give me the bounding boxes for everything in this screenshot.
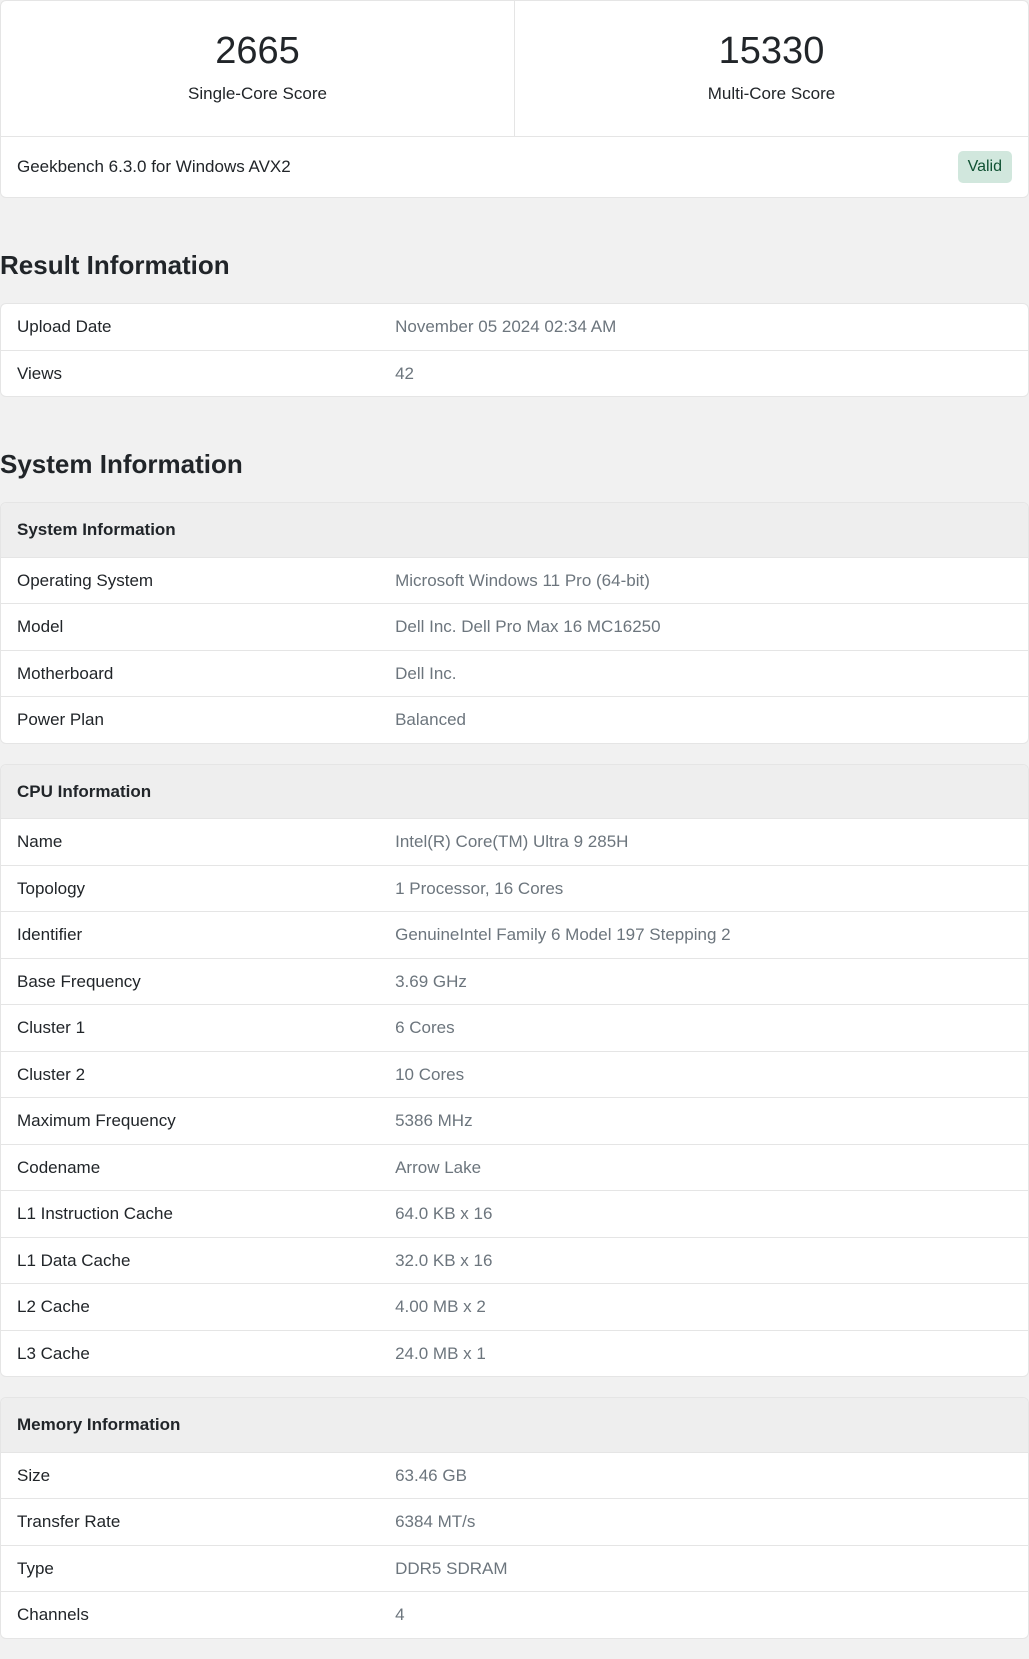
system-info-table: System Information Operating System Micr… [0, 502, 1029, 744]
row-key: Codename [17, 1155, 395, 1181]
scores-card: 2665 Single-Core Score 15330 Multi-Core … [0, 0, 1029, 198]
row-key: Topology [17, 876, 395, 902]
row-key: Identifier [17, 922, 395, 948]
row-key: Upload Date [17, 314, 395, 340]
row-value: 4.00 MB x 2 [395, 1294, 1012, 1320]
row-value: 42 [395, 361, 1012, 387]
system-information-heading: System Information [0, 445, 1029, 484]
row-key: Channels [17, 1602, 395, 1628]
table-row: Operating System Microsoft Windows 11 Pr… [1, 558, 1028, 605]
row-value: Dell Inc. [395, 661, 1012, 687]
table-row: L1 Instruction Cache 64.0 KB x 16 [1, 1191, 1028, 1238]
row-value: 5386 MHz [395, 1108, 1012, 1134]
system-info-header: System Information [1, 503, 1028, 558]
row-key: Motherboard [17, 661, 395, 687]
row-key: Model [17, 614, 395, 640]
table-row: Topology 1 Processor, 16 Cores [1, 866, 1028, 913]
multi-core-score: 15330 [525, 29, 1018, 75]
table-row: L1 Data Cache 32.0 KB x 16 [1, 1238, 1028, 1285]
row-key: Name [17, 829, 395, 855]
row-value: 10 Cores [395, 1062, 1012, 1088]
table-row: L3 Cache 24.0 MB x 1 [1, 1331, 1028, 1377]
result-information-heading: Result Information [0, 246, 1029, 285]
table-row: Size 63.46 GB [1, 1453, 1028, 1500]
row-value: GenuineIntel Family 6 Model 197 Stepping… [395, 922, 1012, 948]
row-key: L3 Cache [17, 1341, 395, 1367]
single-core-label: Single-Core Score [11, 81, 504, 107]
row-key: Type [17, 1556, 395, 1582]
row-value: Arrow Lake [395, 1155, 1012, 1181]
row-key: Power Plan [17, 707, 395, 733]
row-key: Base Frequency [17, 969, 395, 995]
row-value: 3.69 GHz [395, 969, 1012, 995]
table-row: Motherboard Dell Inc. [1, 651, 1028, 698]
table-row: Maximum Frequency 5386 MHz [1, 1098, 1028, 1145]
row-key: Size [17, 1463, 395, 1489]
memory-info-table: Memory Information Size 63.46 GB Transfe… [0, 1397, 1029, 1639]
row-value: Dell Inc. Dell Pro Max 16 MC16250 [395, 614, 1012, 640]
table-row: Base Frequency 3.69 GHz [1, 959, 1028, 1006]
table-row: Cluster 2 10 Cores [1, 1052, 1028, 1099]
row-value: Balanced [395, 707, 1012, 733]
table-row: Transfer Rate 6384 MT/s [1, 1499, 1028, 1546]
version-text: Geekbench 6.3.0 for Windows AVX2 [17, 154, 291, 180]
row-value: DDR5 SDRAM [395, 1556, 1012, 1582]
row-value: 32.0 KB x 16 [395, 1248, 1012, 1274]
row-key: Maximum Frequency [17, 1108, 395, 1134]
row-key: L2 Cache [17, 1294, 395, 1320]
row-key: Transfer Rate [17, 1509, 395, 1535]
row-value: Microsoft Windows 11 Pro (64-bit) [395, 568, 1012, 594]
version-row: Geekbench 6.3.0 for Windows AVX2 Valid [1, 136, 1028, 197]
row-value: 63.46 GB [395, 1463, 1012, 1489]
row-value: 4 [395, 1602, 1012, 1628]
row-value: 24.0 MB x 1 [395, 1341, 1012, 1367]
row-key: Views [17, 361, 395, 387]
cpu-info-table: CPU Information Name Intel(R) Core(TM) U… [0, 764, 1029, 1378]
row-key: Operating System [17, 568, 395, 594]
single-core-cell: 2665 Single-Core Score [1, 1, 515, 136]
table-row: Name Intel(R) Core(TM) Ultra 9 285H [1, 819, 1028, 866]
scores-row: 2665 Single-Core Score 15330 Multi-Core … [1, 1, 1028, 136]
table-row: Identifier GenuineIntel Family 6 Model 1… [1, 912, 1028, 959]
row-key: L1 Instruction Cache [17, 1201, 395, 1227]
row-value: 1 Processor, 16 Cores [395, 876, 1012, 902]
row-value: 6 Cores [395, 1015, 1012, 1041]
row-value: 6384 MT/s [395, 1509, 1012, 1535]
table-row: Power Plan Balanced [1, 697, 1028, 743]
table-row: Upload Date November 05 2024 02:34 AM [1, 304, 1028, 351]
table-row: L2 Cache 4.00 MB x 2 [1, 1284, 1028, 1331]
row-value: Intel(R) Core(TM) Ultra 9 285H [395, 829, 1012, 855]
row-value: November 05 2024 02:34 AM [395, 314, 1012, 340]
table-row: Codename Arrow Lake [1, 1145, 1028, 1192]
table-row: Views 42 [1, 351, 1028, 397]
cpu-info-header: CPU Information [1, 765, 1028, 820]
single-core-score: 2665 [11, 29, 504, 75]
row-key: L1 Data Cache [17, 1248, 395, 1274]
table-row: Channels 4 [1, 1592, 1028, 1638]
row-key: Cluster 2 [17, 1062, 395, 1088]
multi-core-cell: 15330 Multi-Core Score [515, 1, 1028, 136]
result-info-table: Upload Date November 05 2024 02:34 AM Vi… [0, 303, 1029, 397]
row-value: 64.0 KB x 16 [395, 1201, 1012, 1227]
table-row: Model Dell Inc. Dell Pro Max 16 MC16250 [1, 604, 1028, 651]
memory-info-header: Memory Information [1, 1398, 1028, 1453]
row-key: Cluster 1 [17, 1015, 395, 1041]
multi-core-label: Multi-Core Score [525, 81, 1018, 107]
table-row: Cluster 1 6 Cores [1, 1005, 1028, 1052]
valid-badge: Valid [958, 151, 1012, 183]
